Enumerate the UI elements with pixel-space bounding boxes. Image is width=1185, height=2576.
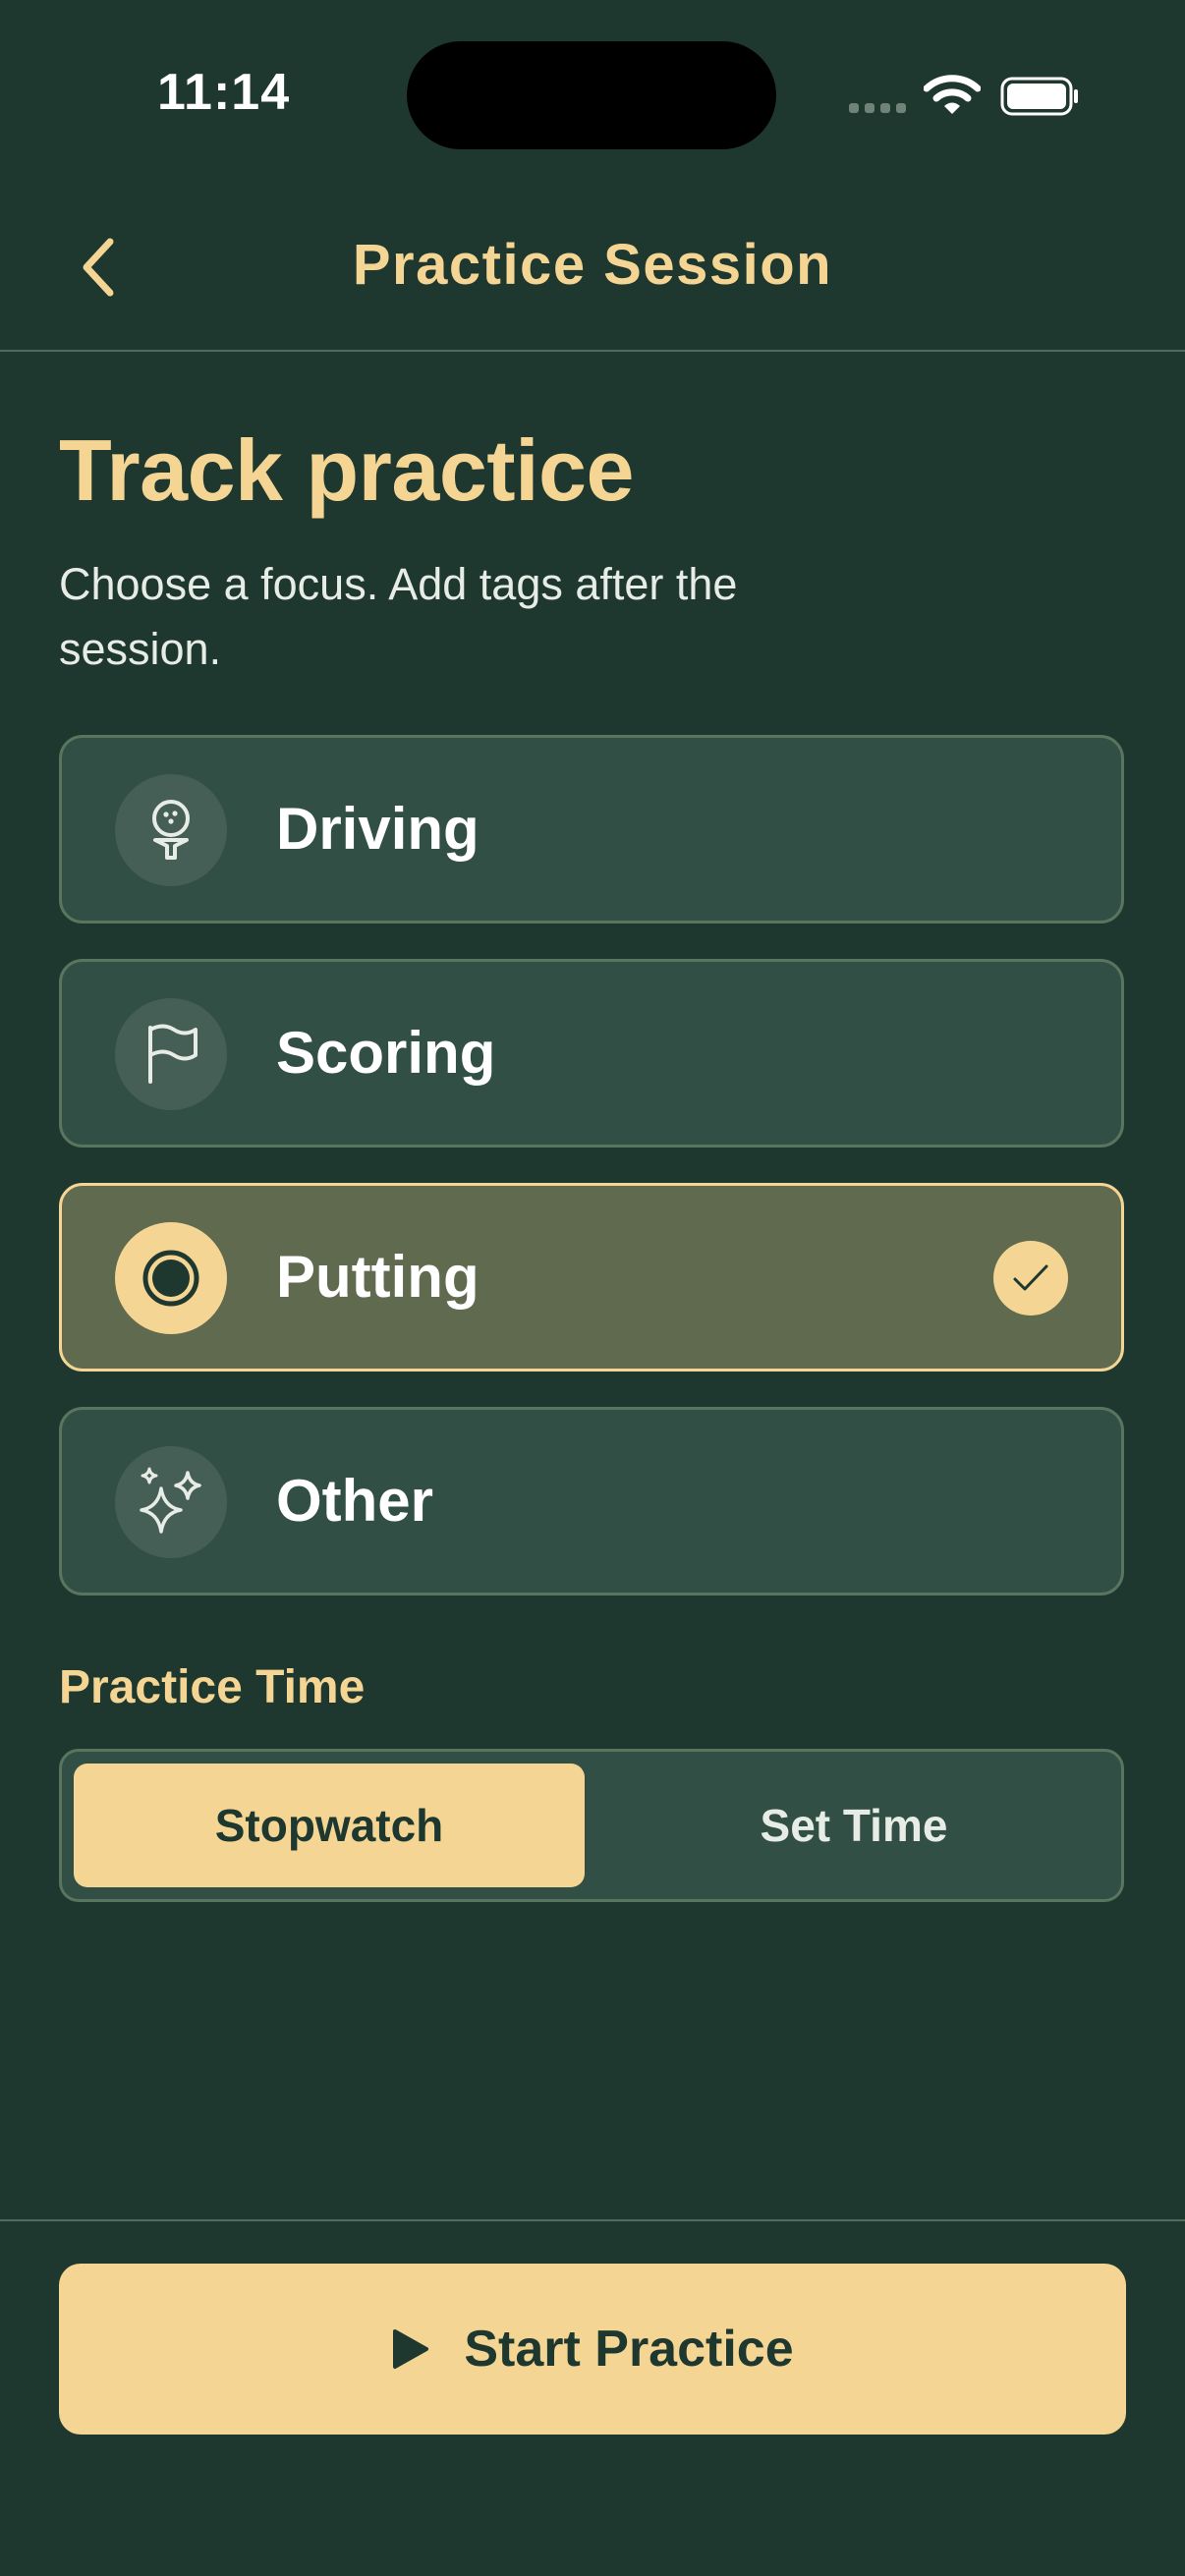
focus-option-putting[interactable]: Putting (59, 1183, 1124, 1372)
stopwatch-segment[interactable]: Stopwatch (74, 1764, 585, 1887)
practice-time-segmented-control: Stopwatch Set Time (59, 1749, 1124, 1902)
nav-title: Practice Session (352, 233, 833, 297)
target-icon (115, 1222, 227, 1334)
focus-option-label: Other (276, 1468, 434, 1534)
focus-option-other[interactable]: Other (59, 1407, 1124, 1596)
start-practice-button[interactable]: Start Practice (59, 2264, 1126, 2435)
play-icon (393, 2329, 429, 2369)
wifi-icon (924, 75, 981, 114)
navigation-bar: Practice Session (0, 187, 1185, 352)
focus-option-label: Scoring (276, 1020, 496, 1086)
dynamic-island (407, 41, 776, 149)
focus-option-label: Driving (276, 796, 480, 862)
start-practice-label: Start Practice (464, 2321, 794, 2378)
practice-time-label: Practice Time (59, 1661, 366, 1713)
selected-check-badge (993, 1241, 1068, 1316)
set-time-segment[interactable]: Set Time (598, 1764, 1109, 1887)
sparkles-icon (115, 1446, 227, 1558)
focus-option-driving[interactable]: Driving (59, 735, 1124, 924)
cellular-signal-icon (849, 103, 906, 113)
bottom-divider (0, 2219, 1185, 2221)
status-bar: 11:14 (0, 0, 1185, 187)
page-subtitle: Choose a focus. Add tags after the sessi… (59, 559, 738, 674)
focus-option-scoring[interactable]: Scoring (59, 959, 1124, 1148)
golf-ball-tee-icon (115, 774, 227, 886)
checkmark-icon (1013, 1264, 1048, 1291)
focus-option-label: Putting (276, 1244, 480, 1310)
status-time: 11:14 (157, 64, 291, 121)
page-title: Track practice (59, 421, 634, 519)
battery-icon (1000, 77, 1078, 116)
flag-icon (115, 998, 227, 1110)
